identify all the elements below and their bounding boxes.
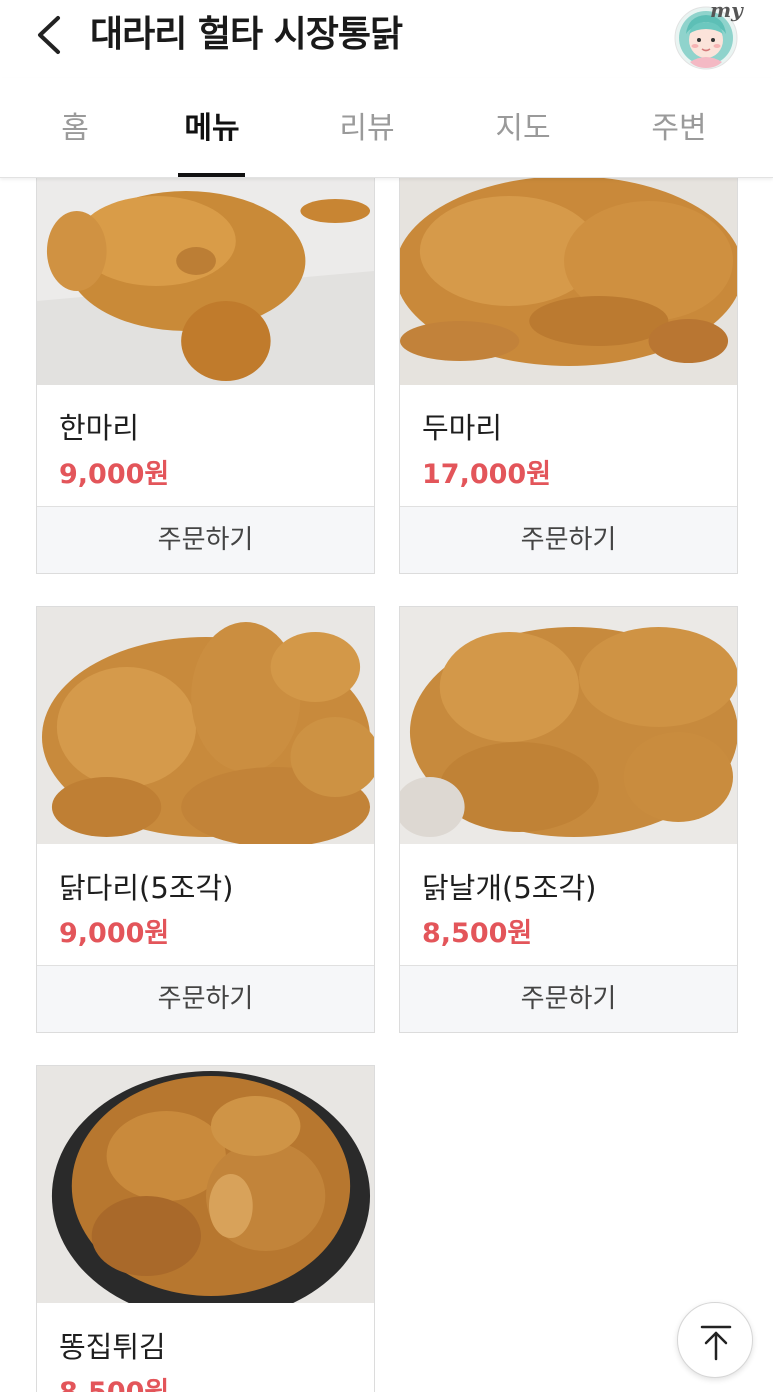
tab-map[interactable]: 지도 (473, 104, 573, 154)
app-header: 대라리 헐타 시장통닭 my (0, 0, 773, 70)
menu-item-price: 17,000원 (422, 459, 552, 490)
menu-item-name: 닭날개(5조각) (422, 871, 597, 905)
my-page-avatar-button[interactable]: my (672, 0, 744, 70)
menu-item-name: 두마리 (422, 411, 503, 445)
menu-card[interactable]: 두마리 17,000원 주문하기 (399, 150, 738, 574)
order-button[interactable]: 주문하기 (400, 506, 737, 573)
back-button[interactable] (28, 10, 72, 60)
arrow-up-icon (700, 1325, 732, 1361)
tab-home[interactable]: 홈 (25, 104, 125, 154)
menu-item-photo (400, 151, 737, 385)
menu-card[interactable]: 한마리 9,000원 주문하기 (36, 150, 375, 574)
tab-menu[interactable]: 메뉴 (162, 104, 262, 154)
menu-item-name: 똥집튀김 (59, 1330, 166, 1364)
menu-item-price: 8,500원 (422, 918, 533, 949)
menu-item-photo (37, 1066, 374, 1303)
menu-item-name: 한마리 (59, 411, 140, 445)
chevron-left-icon (38, 16, 60, 54)
menu-item-photo (37, 151, 374, 385)
order-button[interactable]: 주문하기 (37, 506, 374, 573)
active-tab-indicator (178, 173, 245, 177)
menu-card[interactable]: 똥집튀김 8,500원 (36, 1065, 375, 1392)
tab-bar: 홈 메뉴 리뷰 지도 주변 (0, 78, 773, 178)
scroll-to-top-button[interactable] (677, 1302, 753, 1378)
menu-card[interactable]: 닭다리(5조각) 9,000원 주문하기 (36, 606, 375, 1033)
menu-card[interactable]: 닭날개(5조각) 8,500원 주문하기 (399, 606, 738, 1033)
menu-item-name: 닭다리(5조각) (59, 871, 234, 905)
menu-item-photo (400, 607, 737, 844)
tab-nearby[interactable]: 주변 (629, 104, 729, 154)
menu-item-photo (37, 607, 374, 844)
order-button[interactable]: 주문하기 (400, 965, 737, 1032)
menu-item-price: 9,000원 (59, 918, 170, 949)
menu-item-price: 9,000원 (59, 459, 170, 490)
avatar-badge-text: my (710, 0, 743, 22)
page-title: 대라리 헐타 시장통닭 (90, 14, 403, 55)
order-button[interactable]: 주문하기 (37, 965, 374, 1032)
tab-reviews[interactable]: 리뷰 (317, 104, 417, 154)
menu-item-price: 8,500원 (59, 1370, 169, 1392)
